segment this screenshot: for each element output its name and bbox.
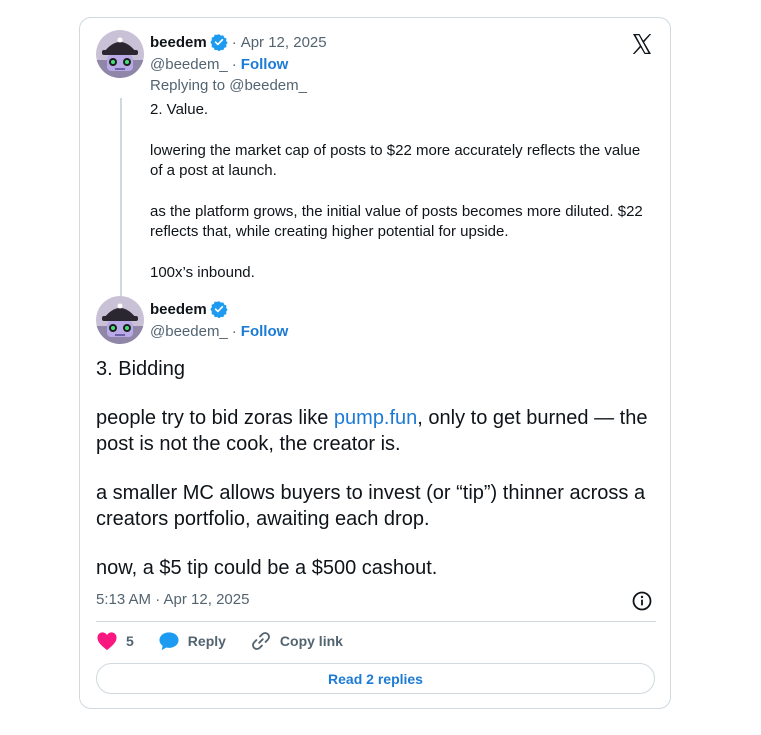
verified-badge-icon <box>210 33 228 51</box>
pumpfun-link[interactable]: pump.fun <box>334 407 417 429</box>
paragraph: 2. Value. <box>150 101 209 118</box>
x-logo-icon[interactable] <box>630 32 654 56</box>
paragraph: lowering the market cap of posts to $22 … <box>150 142 641 179</box>
action-bar: 5 Reply Copy link <box>96 630 367 652</box>
quoted-handle-row: @beedem_ · Follow <box>150 56 288 73</box>
post-date[interactable]: Apr 12, 2025 <box>241 34 327 51</box>
quoted-author-row: beedem · Apr 12, 2025 <box>150 33 327 51</box>
copy-link-label: Copy link <box>279 633 343 649</box>
avatar[interactable] <box>96 296 144 344</box>
like-count: 5 <box>126 633 134 649</box>
main-post-text: 3. Bidding people try to bid zoras like … <box>96 356 661 604</box>
author-handle[interactable]: @beedem_ <box>150 56 228 73</box>
verified-badge-icon <box>210 300 228 318</box>
thread-connector-line <box>120 98 122 298</box>
author-name[interactable]: beedem <box>150 301 207 318</box>
embedded-post-card: beedem · Apr 12, 2025 @beedem_ · Follow … <box>79 17 671 709</box>
separator: · <box>231 33 237 51</box>
reply-button[interactable]: Reply <box>158 631 226 651</box>
paragraph: now, a $5 tip could be a $500 cashout. <box>96 557 438 579</box>
separator: · <box>231 56 237 73</box>
paragraph: people try to bid zoras like pump.fun, o… <box>96 405 661 457</box>
post-timestamp[interactable]: 5:13 AM · Apr 12, 2025 <box>96 591 249 608</box>
paragraph: a smaller MC allows buyers to invest (or… <box>96 482 646 530</box>
replying-to-label[interactable]: Replying to @beedem_ <box>150 77 307 94</box>
quoted-post-text: 2. Value. lowering the market cap of pos… <box>150 100 655 304</box>
like-button[interactable]: 5 <box>96 631 134 651</box>
copy-link-button[interactable]: Copy link <box>250 630 343 652</box>
follow-button[interactable]: Follow <box>241 56 289 73</box>
main-handle-row: @beedem_ · Follow <box>150 323 288 340</box>
paragraph: as the platform grows, the initial value… <box>150 203 643 240</box>
read-replies-button[interactable]: Read 2 replies <box>96 663 655 694</box>
paragraph: 3. Bidding <box>96 358 185 380</box>
text-span: people try to bid zoras like <box>96 407 334 429</box>
link-icon <box>252 632 270 650</box>
follow-button[interactable]: Follow <box>241 323 289 340</box>
author-name[interactable]: beedem <box>150 34 207 51</box>
reply-bubble-icon <box>159 632 179 651</box>
info-icon[interactable] <box>631 590 653 612</box>
author-handle[interactable]: @beedem_ <box>150 323 228 340</box>
separator: · <box>231 323 237 340</box>
main-author-row: beedem <box>150 300 228 318</box>
avatar[interactable] <box>96 30 144 78</box>
heart-icon <box>97 632 117 651</box>
paragraph: 100x’s inbound. <box>150 264 255 281</box>
reply-label: Reply <box>187 633 226 649</box>
divider <box>96 621 656 622</box>
